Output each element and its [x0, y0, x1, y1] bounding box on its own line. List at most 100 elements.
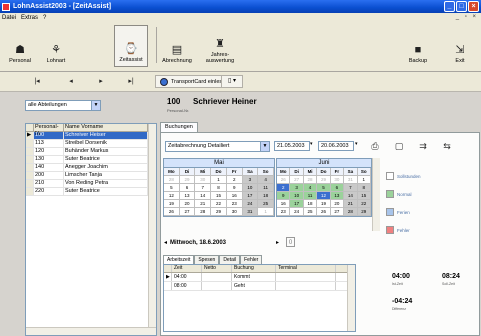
calendar-day[interactable]: 4	[258, 176, 274, 184]
calendar-day[interactable]: 26	[277, 176, 291, 184]
calendar-day[interactable]: 19	[164, 200, 180, 208]
calendar-day[interactable]: 16	[277, 200, 291, 208]
calendar-day[interactable]: 11	[303, 192, 318, 200]
calendar-day[interactable]: 26	[317, 208, 331, 216]
calendar-day[interactable]: 28	[344, 208, 358, 216]
calendar-day[interactable]: 24	[242, 200, 259, 208]
calendar-day[interactable]: 2	[226, 176, 243, 184]
calendar-day[interactable]: 27	[330, 208, 345, 216]
calendar-day[interactable]: 21	[195, 200, 212, 208]
lohnart-button[interactable]: ⚘ Lohnart	[40, 25, 72, 67]
calendar-day[interactable]: 17	[290, 200, 304, 208]
calendar-day[interactable]: 23	[226, 200, 243, 208]
calendar-day[interactable]: 10	[242, 184, 259, 192]
calendar-day[interactable]: 20	[179, 200, 196, 208]
col-name[interactable]: Name Vorname	[64, 124, 148, 131]
import-button[interactable]: ⇆	[440, 139, 454, 153]
calendar-day[interactable]: 7	[344, 184, 358, 192]
prev-day-button[interactable]: ◂	[164, 239, 167, 246]
menu-datei[interactable]: Datei	[2, 15, 16, 21]
calendar-day[interactable]: 25	[303, 208, 318, 216]
menu-extras[interactable]: Extras	[21, 15, 38, 21]
calendar-day[interactable]: 29	[357, 208, 371, 216]
menu-help[interactable]: ?	[43, 15, 46, 21]
mdi-window-controls[interactable]: _ ▫ ×	[456, 14, 478, 20]
calendar-day[interactable]: 8	[357, 184, 371, 192]
calendar-day[interactable]: 3	[290, 184, 304, 192]
table-row[interactable]: 130 Suter Beatrice	[26, 156, 156, 164]
calendar-day[interactable]: 6	[179, 184, 196, 192]
col-netto[interactable]: Netto	[202, 265, 232, 272]
table-row[interactable]: 220 Suter Beatrice	[26, 188, 156, 196]
calendar-day[interactable]: 30	[330, 176, 345, 184]
calendar-day[interactable]: 13	[330, 192, 345, 200]
table-row[interactable]: 210 Von Reding Petra	[26, 180, 156, 188]
calendar-day[interactable]: 9	[226, 184, 243, 192]
table-row[interactable]: 08:00 Geht	[164, 282, 355, 291]
table-row[interactable]: 120 Buhänder Markus	[26, 148, 156, 156]
date-to-dropdown[interactable]: ▾	[355, 141, 358, 147]
calendar-day[interactable]: 1	[357, 176, 371, 184]
calendar-day[interactable]: 1	[211, 176, 227, 184]
calendar-day[interactable]: 17	[242, 192, 259, 200]
page-dropdown[interactable]: ▯ ▾	[221, 75, 243, 88]
col-personalnr[interactable]: Personal-Nr	[34, 124, 64, 137]
table-row[interactable]: ▶ 100 Schreiver Heiser	[26, 132, 156, 140]
col-zeit[interactable]: Zeit	[172, 265, 202, 272]
calendar-day[interactable]: 26	[164, 208, 180, 216]
col-buchung[interactable]: Buchung	[232, 265, 276, 272]
next-day-button[interactable]: ▸	[276, 239, 279, 246]
vertical-scrollbar[interactable]	[148, 124, 156, 328]
calendar-day[interactable]: 31	[242, 208, 259, 216]
prev-record-button[interactable]: ◂	[64, 76, 78, 88]
calendar-day[interactable]: 25	[258, 200, 274, 208]
backup-button[interactable]: ■ Backup	[404, 25, 432, 67]
calendar-day[interactable]: 22	[211, 200, 227, 208]
table-row[interactable]: 140 Anegger Joachim	[26, 164, 156, 172]
calendar-day[interactable]: 5	[164, 184, 180, 192]
calendar-day[interactable]: 29	[211, 208, 227, 216]
date-from[interactable]: 21.05.2003	[274, 141, 310, 151]
calendar-day[interactable]: 18	[303, 200, 318, 208]
calendar-day[interactable]: 30	[226, 208, 243, 216]
calendar-day[interactable]: 28	[303, 176, 318, 184]
next-record-button[interactable]: ▸	[94, 76, 108, 88]
calendar-day[interactable]: 10	[290, 192, 304, 200]
calendar-day[interactable]: 8	[211, 184, 227, 192]
calendar-day[interactable]: 31	[344, 176, 358, 184]
calendar-day[interactable]: 14	[344, 192, 358, 200]
tab-detail[interactable]: Detail	[219, 255, 241, 264]
col-terminal[interactable]: Terminal	[276, 265, 336, 272]
department-filter[interactable]: alle Abteilungen ▼	[25, 100, 101, 111]
tab-spesen[interactable]: Spesen	[194, 255, 220, 264]
calendar-day[interactable]: 19	[317, 200, 331, 208]
calendar-day[interactable]: 29	[179, 176, 196, 184]
minimize-button[interactable]: _	[444, 1, 455, 12]
personal-button[interactable]: ☗ Personal	[4, 25, 36, 67]
calendar-day[interactable]: 5	[317, 184, 331, 192]
calendar-day[interactable]: 15	[357, 192, 371, 200]
calendar-day[interactable]: 15	[211, 192, 227, 200]
calendar-day[interactable]: 23	[277, 208, 291, 216]
calendar-day[interactable]: 16	[226, 192, 243, 200]
calendar-day[interactable]: 1	[258, 208, 274, 216]
calendar-day[interactable]: 27	[179, 208, 196, 216]
calendar-day[interactable]: 2	[277, 184, 291, 192]
calendar-day[interactable]: 13	[179, 192, 196, 200]
calendar-day[interactable]: 7	[195, 184, 212, 192]
calendar-day[interactable]: 12	[317, 192, 331, 200]
calendar-day[interactable]: 24	[290, 208, 304, 216]
calendar-day[interactable]: 9	[277, 192, 291, 200]
exit-button[interactable]: ⇲ Exit	[446, 25, 474, 67]
first-record-button[interactable]: |◂	[30, 76, 44, 88]
calendar-day[interactable]: 22	[357, 200, 371, 208]
calendar-day[interactable]: 30	[195, 176, 212, 184]
date-from-dropdown[interactable]: ▾	[310, 141, 313, 147]
calendar-day[interactable]: 11	[258, 184, 274, 192]
day-action-button[interactable]: ▯	[286, 237, 295, 247]
date-to[interactable]: 20.06.2003	[318, 141, 354, 151]
tab-fehler[interactable]: Fehler	[240, 255, 263, 264]
table-row[interactable]: 113 Streibel Dorsenik	[26, 140, 156, 148]
zeitassist-button[interactable]: ⌚ Zeitassist	[114, 25, 148, 67]
calendar-day[interactable]: 12	[164, 192, 180, 200]
